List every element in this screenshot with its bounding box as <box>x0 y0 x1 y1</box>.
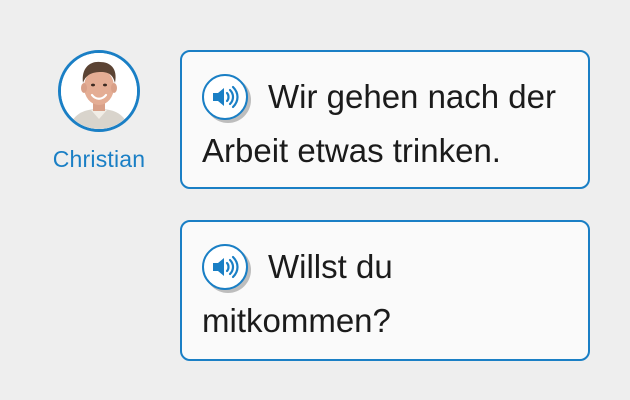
speaker-name: Christian <box>52 146 146 172</box>
message-text: Willst du mitkommen? <box>202 248 393 339</box>
speaker-audio-icon <box>213 255 239 279</box>
play-audio-button[interactable] <box>202 244 248 290</box>
speaker-audio-icon <box>213 85 239 109</box>
speaker-info: Christian <box>44 50 154 173</box>
message-bubble: Willst du mitkommen? <box>180 220 590 361</box>
message-text: Wir gehen nach der Arbeit etwas trinken. <box>202 78 556 169</box>
message-bubble: Wir gehen nach der Arbeit etwas trinken. <box>180 50 590 189</box>
play-audio-button[interactable] <box>202 74 248 120</box>
avatar <box>58 50 140 132</box>
avatar-photo <box>61 53 137 129</box>
